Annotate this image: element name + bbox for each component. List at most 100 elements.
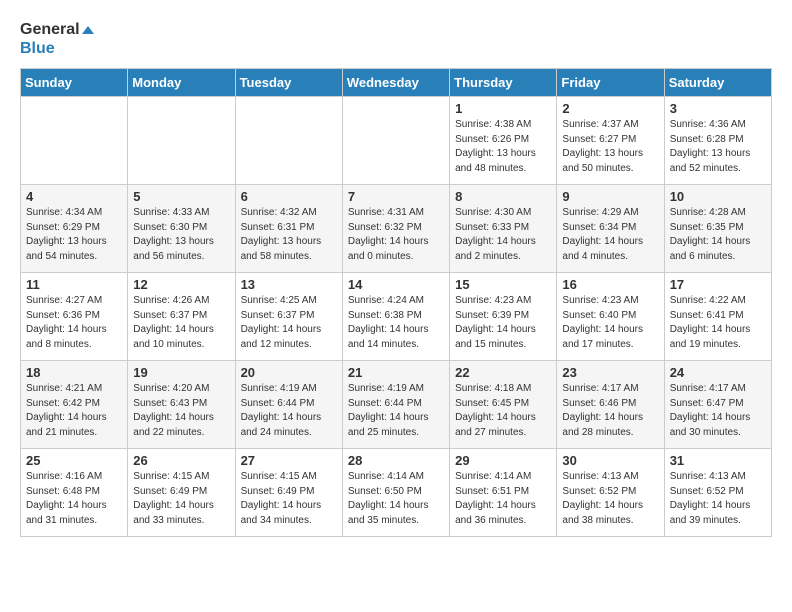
calendar-cell: 27 Sunrise: 4:15 AM Sunset: 6:49 PM Dayli… xyxy=(235,449,342,537)
calendar-cell xyxy=(21,97,128,185)
day-number: 31 xyxy=(670,453,766,468)
weekday-header-cell: Friday xyxy=(557,69,664,97)
day-number: 30 xyxy=(562,453,658,468)
calendar-cell: 30 Sunrise: 4:13 AM Sunset: 6:52 PM Dayli… xyxy=(557,449,664,537)
day-number: 20 xyxy=(241,365,337,380)
day-number: 29 xyxy=(455,453,551,468)
calendar-week-row: 4Sunrise: 4:34 AM Sunset: 6:29 PM Daylig… xyxy=(21,185,772,273)
calendar-cell xyxy=(128,97,235,185)
day-number: 8 xyxy=(455,189,551,204)
day-number: 5 xyxy=(133,189,229,204)
calendar-cell: 11 Sunrise: 4:27 AM Sunset: 6:36 PM Dayli… xyxy=(21,273,128,361)
day-info: Sunrise: 4:29 AM Sunset: 6:34 PM Dayligh… xyxy=(562,206,658,264)
calendar-cell: 2 Sunrise: 4:37 AM Sunset: 6:27 PM Daylig… xyxy=(557,97,664,185)
day-number: 3 xyxy=(670,101,766,116)
calendar-table: SundayMondayTuesdayWednesdayThursdayFrid… xyxy=(20,68,772,537)
calendar-cell: 28 Sunrise: 4:14 AM Sunset: 6:50 PM Dayli… xyxy=(342,449,449,537)
day-number: 24 xyxy=(670,365,766,380)
day-number: 2 xyxy=(562,101,658,116)
day-info: Sunrise: 4:15 AM Sunset: 6:49 PM Dayligh… xyxy=(241,470,337,528)
day-number: 13 xyxy=(241,277,337,292)
day-info: Sunrise: 4:13 AM Sunset: 6:52 PM Dayligh… xyxy=(670,470,766,528)
day-info: Sunrise: 4:37 AM Sunset: 6:27 PM Dayligh… xyxy=(562,118,658,176)
day-info: Sunrise: 4:27 AM Sunset: 6:36 PM Dayligh… xyxy=(26,294,122,352)
weekday-header-cell: Thursday xyxy=(450,69,557,97)
calendar-cell xyxy=(342,97,449,185)
day-number: 21 xyxy=(348,365,444,380)
logo-text: General Blue xyxy=(20,20,94,58)
day-number: 22 xyxy=(455,365,551,380)
day-number: 27 xyxy=(241,453,337,468)
calendar-cell: 12Sunrise: 4:26 AM Sunset: 6:37 PM Dayli… xyxy=(128,273,235,361)
weekday-header-cell: Sunday xyxy=(21,69,128,97)
day-info: Sunrise: 4:23 AM Sunset: 6:40 PM Dayligh… xyxy=(562,294,658,352)
day-number: 28 xyxy=(348,453,444,468)
page-header: General Blue xyxy=(20,20,772,58)
calendar-cell: 9Sunrise: 4:29 AM Sunset: 6:34 PM Daylig… xyxy=(557,185,664,273)
calendar-cell: 23Sunrise: 4:17 AM Sunset: 6:46 PM Dayli… xyxy=(557,361,664,449)
day-info: Sunrise: 4:21 AM Sunset: 6:42 PM Dayligh… xyxy=(26,382,122,440)
calendar-week-row: 18 Sunrise: 4:21 AM Sunset: 6:42 PM Dayli… xyxy=(21,361,772,449)
day-info: Sunrise: 4:33 AM Sunset: 6:30 PM Dayligh… xyxy=(133,206,229,264)
calendar-cell: 18 Sunrise: 4:21 AM Sunset: 6:42 PM Dayli… xyxy=(21,361,128,449)
day-info: Sunrise: 4:14 AM Sunset: 6:51 PM Dayligh… xyxy=(455,470,551,528)
day-number: 14 xyxy=(348,277,444,292)
calendar-cell: 14 Sunrise: 4:24 AM Sunset: 6:38 PM Dayli… xyxy=(342,273,449,361)
day-info: Sunrise: 4:15 AM Sunset: 6:49 PM Dayligh… xyxy=(133,470,229,528)
calendar-cell: 17 Sunrise: 4:22 AM Sunset: 6:41 PM Dayli… xyxy=(664,273,771,361)
day-number: 1 xyxy=(455,101,551,116)
day-info: Sunrise: 4:22 AM Sunset: 6:41 PM Dayligh… xyxy=(670,294,766,352)
calendar-cell: 29 Sunrise: 4:14 AM Sunset: 6:51 PM Dayli… xyxy=(450,449,557,537)
day-info: Sunrise: 4:20 AM Sunset: 6:43 PM Dayligh… xyxy=(133,382,229,440)
day-info: Sunrise: 4:19 AM Sunset: 6:44 PM Dayligh… xyxy=(241,382,337,440)
day-number: 15 xyxy=(455,277,551,292)
weekday-header-cell: Wednesday xyxy=(342,69,449,97)
weekday-header-cell: Tuesday xyxy=(235,69,342,97)
day-info: Sunrise: 4:36 AM Sunset: 6:28 PM Dayligh… xyxy=(670,118,766,176)
calendar-cell: 24 Sunrise: 4:17 AM Sunset: 6:47 PM Dayli… xyxy=(664,361,771,449)
day-info: Sunrise: 4:38 AM Sunset: 6:26 PM Dayligh… xyxy=(455,118,551,176)
day-number: 11 xyxy=(26,277,122,292)
calendar-week-row: 25 Sunrise: 4:16 AM Sunset: 6:48 PM Dayli… xyxy=(21,449,772,537)
day-info: Sunrise: 4:24 AM Sunset: 6:38 PM Dayligh… xyxy=(348,294,444,352)
day-info: Sunrise: 4:19 AM Sunset: 6:44 PM Dayligh… xyxy=(348,382,444,440)
day-info: Sunrise: 4:14 AM Sunset: 6:50 PM Dayligh… xyxy=(348,470,444,528)
day-number: 17 xyxy=(670,277,766,292)
day-number: 7 xyxy=(348,189,444,204)
calendar-cell: 31 Sunrise: 4:13 AM Sunset: 6:52 PM Dayli… xyxy=(664,449,771,537)
weekday-header-cell: Saturday xyxy=(664,69,771,97)
day-number: 25 xyxy=(26,453,122,468)
calendar-cell: 10 Sunrise: 4:28 AM Sunset: 6:35 PM Dayli… xyxy=(664,185,771,273)
day-number: 18 xyxy=(26,365,122,380)
calendar-cell: 21 Sunrise: 4:19 AM Sunset: 6:44 PM Dayli… xyxy=(342,361,449,449)
calendar-week-row: 1 Sunrise: 4:38 AM Sunset: 6:26 PM Daylig… xyxy=(21,97,772,185)
weekday-header-row: SundayMondayTuesdayWednesdayThursdayFrid… xyxy=(21,69,772,97)
day-number: 26 xyxy=(133,453,229,468)
day-info: Sunrise: 4:17 AM Sunset: 6:47 PM Dayligh… xyxy=(670,382,766,440)
calendar-cell: 3 Sunrise: 4:36 AM Sunset: 6:28 PM Daylig… xyxy=(664,97,771,185)
calendar-cell: 19 Sunrise: 4:20 AM Sunset: 6:43 PM Dayli… xyxy=(128,361,235,449)
day-number: 23 xyxy=(562,365,658,380)
day-info: Sunrise: 4:28 AM Sunset: 6:35 PM Dayligh… xyxy=(670,206,766,264)
day-number: 6 xyxy=(241,189,337,204)
day-info: Sunrise: 4:30 AM Sunset: 6:33 PM Dayligh… xyxy=(455,206,551,264)
day-number: 19 xyxy=(133,365,229,380)
day-info: Sunrise: 4:34 AM Sunset: 6:29 PM Dayligh… xyxy=(26,206,122,264)
day-info: Sunrise: 4:25 AM Sunset: 6:37 PM Dayligh… xyxy=(241,294,337,352)
day-info: Sunrise: 4:16 AM Sunset: 6:48 PM Dayligh… xyxy=(26,470,122,528)
calendar-cell: 20 Sunrise: 4:19 AM Sunset: 6:44 PM Dayli… xyxy=(235,361,342,449)
calendar-cell: 22 Sunrise: 4:18 AM Sunset: 6:45 PM Dayli… xyxy=(450,361,557,449)
day-info: Sunrise: 4:26 AM Sunset: 6:37 PM Dayligh… xyxy=(133,294,229,352)
calendar-cell xyxy=(235,97,342,185)
weekday-header-cell: Monday xyxy=(128,69,235,97)
calendar-cell: 7Sunrise: 4:31 AM Sunset: 6:32 PM Daylig… xyxy=(342,185,449,273)
calendar-cell: 4Sunrise: 4:34 AM Sunset: 6:29 PM Daylig… xyxy=(21,185,128,273)
calendar-week-row: 11 Sunrise: 4:27 AM Sunset: 6:36 PM Dayli… xyxy=(21,273,772,361)
calendar-cell: 15 Sunrise: 4:23 AM Sunset: 6:39 PM Dayli… xyxy=(450,273,557,361)
day-info: Sunrise: 4:18 AM Sunset: 6:45 PM Dayligh… xyxy=(455,382,551,440)
day-number: 10 xyxy=(670,189,766,204)
day-info: Sunrise: 4:23 AM Sunset: 6:39 PM Dayligh… xyxy=(455,294,551,352)
day-info: Sunrise: 4:13 AM Sunset: 6:52 PM Dayligh… xyxy=(562,470,658,528)
calendar-cell: 1 Sunrise: 4:38 AM Sunset: 6:26 PM Daylig… xyxy=(450,97,557,185)
day-number: 16 xyxy=(562,277,658,292)
